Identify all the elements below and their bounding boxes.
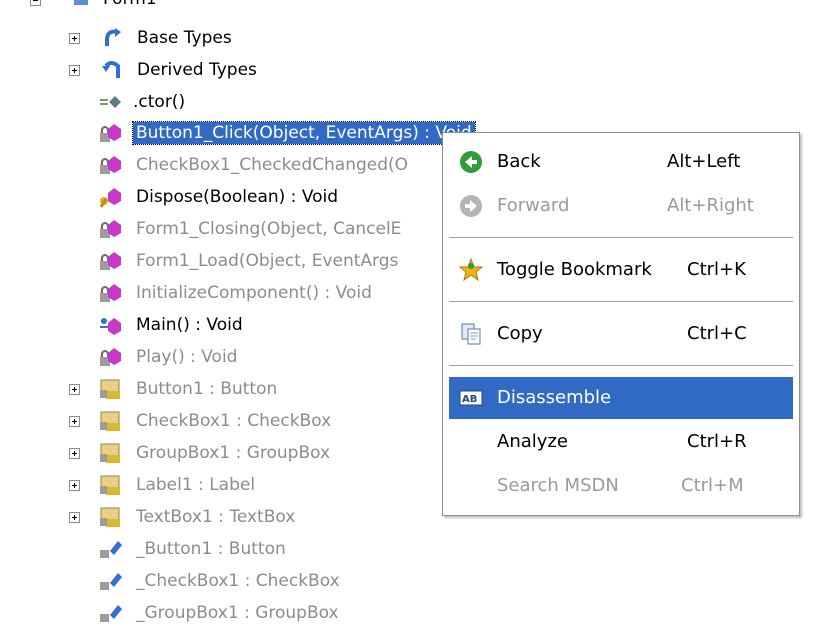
menu-item-label: Disassemble <box>497 387 612 408</box>
derived-types-icon <box>101 58 125 82</box>
static-method-icon <box>98 313 122 337</box>
tree-node-label: Label1 : Label <box>136 475 256 495</box>
private-field-icon <box>98 537 122 561</box>
tree-node-label: CheckBox1_CheckedChanged(O <box>136 155 409 175</box>
tree-node-field-checkbox1[interactable]: _CheckBox1 : CheckBox <box>0 566 440 596</box>
tree-node-initializecomponent[interactable]: InitializeComponent() : Void <box>0 278 440 308</box>
tree-node-dispose[interactable]: Dispose(Boolean) : Void <box>0 182 440 212</box>
private-property-icon <box>98 505 122 529</box>
tree-node-label: Play() : Void <box>136 347 238 367</box>
forward-arrow-icon <box>459 194 483 218</box>
tree-node-field-groupbox1[interactable]: _GroupBox1 : GroupBox <box>0 598 440 628</box>
collapse-toggle[interactable] <box>30 0 41 6</box>
menu-item-shortcut: Ctrl+K <box>687 259 746 280</box>
bookmark-star-icon <box>458 257 484 282</box>
menu-separator <box>449 301 793 302</box>
tree-node-button1[interactable]: Button1 : Button <box>0 374 440 404</box>
tree-node-form1[interactable]: Form1 <box>0 0 300 14</box>
tree-node-label: _GroupBox1 : GroupBox <box>136 603 339 623</box>
tree-node-main[interactable]: Main() : Void <box>0 310 440 340</box>
tree-node-label: CheckBox1 : CheckBox <box>136 411 332 431</box>
tree-node-label: _CheckBox1 : CheckBox <box>136 571 340 591</box>
private-method-icon <box>98 345 122 369</box>
expand-toggle[interactable] <box>69 512 80 523</box>
tree-node-play[interactable]: Play() : Void <box>0 342 440 372</box>
tree-node-checkbox1[interactable]: CheckBox1 : CheckBox <box>0 406 440 436</box>
private-field-icon <box>98 569 122 593</box>
expand-toggle[interactable] <box>69 416 80 427</box>
private-method-icon <box>98 153 122 177</box>
tree-node-derived-types[interactable]: Derived Types <box>0 55 300 85</box>
tree-node-label: TextBox1 : TextBox <box>136 507 296 527</box>
copy-icon <box>459 322 483 346</box>
tree-node-label: Form1_Closing(Object, CancelE <box>136 219 402 239</box>
tree-node-label1[interactable]: Label1 : Label <box>0 470 440 500</box>
menu-item-analyze[interactable]: Analyze Ctrl+R <box>449 421 793 463</box>
expand-toggle[interactable] <box>69 65 80 76</box>
menu-item-label: Toggle Bookmark <box>497 259 652 280</box>
menu-separator <box>449 237 793 238</box>
disassemble-icon: AB <box>459 386 483 410</box>
menu-item-label: Back <box>497 151 541 172</box>
private-property-icon <box>98 409 122 433</box>
private-field-icon <box>98 601 122 625</box>
tree-node-label: Form1_Load(Object, EventArgs <box>136 251 399 271</box>
constructor-icon <box>98 90 122 114</box>
menu-item-label: Search MSDN <box>497 475 619 496</box>
menu-item-shortcut: Alt+Left <box>667 151 741 172</box>
tree-node-form1-closing[interactable]: Form1_Closing(Object, CancelE <box>0 214 440 244</box>
expand-toggle[interactable] <box>69 480 80 491</box>
private-method-icon <box>98 217 122 241</box>
tree-node-label: Button1 : Button <box>136 379 278 399</box>
tree-node-label: Form1 <box>100 0 160 10</box>
menu-item-forward[interactable]: Forward Alt+Right <box>449 185 793 227</box>
tree-node-label: Main() : Void <box>136 315 243 335</box>
tree-node-label: .ctor() <box>133 92 186 112</box>
tree-node-form1-load[interactable]: Form1_Load(Object, EventArgs <box>0 246 440 276</box>
menu-item-copy[interactable]: Copy Ctrl+C <box>449 313 793 355</box>
private-method-icon <box>98 249 122 273</box>
private-method-icon <box>98 281 122 305</box>
tree-node-base-types[interactable]: Base Types <box>0 23 300 53</box>
context-menu: Back Alt+Left Forward Alt+Right Toggle B… <box>442 132 800 516</box>
menu-item-back[interactable]: Back Alt+Left <box>449 141 793 183</box>
protected-method-icon <box>98 185 122 209</box>
menu-item-toggle-bookmark[interactable]: Toggle Bookmark Ctrl+K <box>449 249 793 291</box>
class-icon <box>70 0 94 11</box>
tree-node-ctor[interactable]: .ctor() <box>0 87 300 117</box>
private-property-icon <box>98 441 122 465</box>
tree-node-label: _Button1 : Button <box>136 539 286 559</box>
menu-item-shortcut: Alt+Right <box>667 195 754 216</box>
tree-node-groupbox1[interactable]: GroupBox1 : GroupBox <box>0 438 440 468</box>
tree-node-textbox1[interactable]: TextBox1 : TextBox <box>0 502 440 532</box>
tree-node-label: Derived Types <box>137 60 257 80</box>
tree-node-checkbox1-checkedchanged[interactable]: CheckBox1_CheckedChanged(O <box>0 150 440 180</box>
menu-item-search-msdn[interactable]: Search MSDN Ctrl+M <box>449 465 793 507</box>
menu-item-label: Copy <box>497 323 543 344</box>
tree-node-label: Base Types <box>137 28 232 48</box>
menu-item-shortcut: Ctrl+M <box>681 475 744 496</box>
back-arrow-icon <box>459 150 483 174</box>
menu-item-shortcut: Ctrl+R <box>687 431 747 452</box>
menu-item-disassemble[interactable]: AB Disassemble <box>449 377 793 419</box>
base-types-icon <box>101 26 125 50</box>
menu-item-shortcut: Ctrl+C <box>687 323 747 344</box>
tree-node-label: InitializeComponent() : Void <box>136 283 372 303</box>
tree-node-field-button1[interactable]: _Button1 : Button <box>0 534 440 564</box>
expand-toggle[interactable] <box>69 33 80 44</box>
private-property-icon <box>98 377 122 401</box>
tree-node-label: GroupBox1 : GroupBox <box>136 443 331 463</box>
svg-text:AB: AB <box>462 394 477 405</box>
menu-item-label: Forward <box>497 195 570 216</box>
expand-toggle[interactable] <box>69 448 80 459</box>
expand-toggle[interactable] <box>69 384 80 395</box>
private-property-icon <box>98 473 122 497</box>
menu-separator <box>449 365 793 366</box>
tree-node-label: Button1_Click(Object, EventArgs) : Void <box>132 121 476 145</box>
private-method-icon <box>98 121 122 145</box>
menu-item-label: Analyze <box>497 431 568 452</box>
tree-node-label: Dispose(Boolean) : Void <box>136 187 339 207</box>
